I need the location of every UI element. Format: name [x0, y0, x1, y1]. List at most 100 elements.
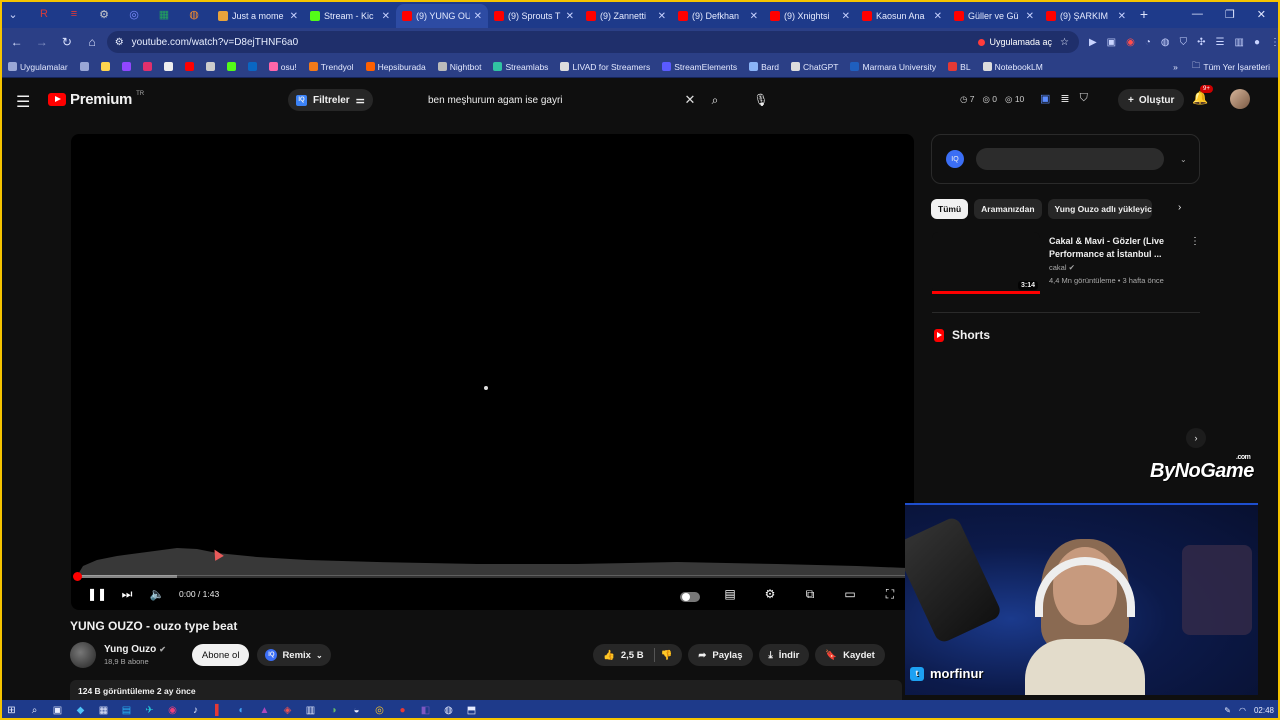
pinned-tab-3[interactable]: ⚙ [90, 2, 118, 26]
search-input[interactable]: ben meşhurum agam ise gayri [418, 95, 680, 106]
progress-bar[interactable] [73, 572, 907, 581]
extension-panel[interactable]: IQ ⌄ [931, 134, 1200, 184]
close-tab-icon[interactable]: ✕ [382, 11, 390, 22]
app-icon-7[interactable]: ▌ [211, 703, 226, 718]
theater-mode-icon[interactable]: ▭ [840, 584, 860, 604]
video-player[interactable]: ❚❚ ⏭ 🔈 0:00 / 1:43 ▤ ⚙ ⧉ ▭ ⛶ [71, 134, 914, 610]
miniplayer-icon[interactable]: ⧉ [800, 584, 820, 604]
app-icon-6[interactable]: ♪ [188, 703, 203, 718]
hamburger-menu-icon[interactable]: ☰ [16, 92, 30, 112]
app-icon-11[interactable]: ▥ [303, 703, 318, 718]
next-video-icon[interactable]: ⏭ [117, 584, 137, 604]
back-button[interactable]: ← [6, 31, 27, 53]
bookmark-item[interactable]: Streamlabs [493, 62, 548, 72]
reload-button[interactable]: ↻ [56, 31, 77, 53]
share-button[interactable]: ➦ Paylaş [688, 644, 753, 666]
app-icon-16[interactable]: ◍ [441, 703, 456, 718]
browser-menu-icon[interactable]: ⋮ [1270, 37, 1280, 48]
bookmark-item[interactable] [79, 62, 89, 71]
search-icon[interactable]: ⌕ [27, 703, 42, 718]
channel-name[interactable]: Yung Ouzo [104, 644, 156, 655]
close-tab-icon[interactable]: ✕ [290, 11, 298, 22]
bookmark-item[interactable] [163, 62, 173, 71]
thumbs-down-icon[interactable]: 👎 [661, 650, 673, 661]
search-icon[interactable]: ⌕ [704, 89, 726, 111]
all-bookmarks-button[interactable]: 🗀 Tüm Yer İşaretleri [1192, 60, 1270, 74]
bookmarks-overflow-icon[interactable]: » [1173, 62, 1178, 72]
pinned-tab-5[interactable]: ▦ [150, 2, 178, 26]
extension-iq-icon[interactable]: ▣ [1040, 92, 1050, 105]
close-tab-icon[interactable]: ✕ [658, 11, 666, 22]
fullscreen-icon[interactable]: ⛶ [880, 584, 900, 604]
search-box[interactable]: ben meşhurum agam ise gayri ✕ [418, 89, 700, 111]
extensions-puzzle-icon[interactable]: ✣ [1197, 37, 1205, 48]
filters-button[interactable]: IQ Filtreler ⚌ [288, 89, 373, 111]
pen-icon[interactable]: ✎ [1224, 706, 1231, 715]
app-icon-3[interactable]: ▤ [119, 703, 134, 718]
autoplay-toggle[interactable] [680, 584, 700, 604]
app-icon-2[interactable]: ▦ [96, 703, 111, 718]
restore-icon[interactable]: ❐ [1225, 8, 1235, 21]
bookmark-item[interactable]: osu! [268, 62, 297, 72]
close-tab-icon[interactable]: ✕ [1118, 11, 1126, 22]
pinned-tab-4[interactable]: ◎ [120, 2, 148, 26]
bookmark-item[interactable] [121, 62, 131, 71]
save-button[interactable]: 🔖 Kaydet [815, 644, 885, 666]
browser-tab[interactable]: (9) Zannetti ✕ [580, 4, 672, 28]
wifi-icon[interactable]: ◠ [1239, 706, 1246, 715]
close-tab-icon[interactable]: ✕ [474, 11, 482, 22]
extension-icon-5[interactable]: ◍ [1161, 37, 1170, 48]
pinned-tab-2[interactable]: ≡ [60, 2, 88, 26]
bookmark-item[interactable]: NotebookLM [982, 62, 1043, 72]
tab-search-icon[interactable]: ⌄ [0, 8, 26, 21]
bookmark-item[interactable]: Marmara University [850, 62, 936, 72]
close-tab-icon[interactable]: ✕ [842, 11, 850, 22]
home-button[interactable]: ⌂ [82, 31, 103, 53]
download-button[interactable]: ⤓ İndir [758, 644, 810, 666]
app-icon-9[interactable]: ▲ [257, 703, 272, 718]
clear-search-icon[interactable]: ✕ [680, 92, 700, 108]
bookmark-item[interactable]: Trendyol [308, 62, 354, 72]
channel-avatar[interactable] [70, 642, 96, 668]
subscribe-button[interactable]: Abone ol [191, 644, 250, 666]
address-bar[interactable]: ⚙ youtube.com/watch?v=D8ejTHNF6a0 Uygula… [106, 31, 1079, 53]
browser-tab[interactable]: Stream - Kic ✕ [304, 4, 396, 28]
sidebar-icon[interactable]: ▥ [1235, 37, 1244, 48]
browser-tab[interactable]: Güller ve Gü ✕ [948, 4, 1040, 28]
list-icon[interactable]: ≣ [1060, 92, 1069, 105]
bookmark-item[interactable] [226, 62, 236, 71]
recommended-channel[interactable]: cakal [1049, 263, 1067, 272]
app-icon-4[interactable]: ✈ [142, 703, 157, 718]
start-icon[interactable]: ⊞ [4, 703, 19, 718]
app-icon-5[interactable]: ◉ [165, 703, 180, 718]
bookmark-item[interactable] [205, 62, 215, 71]
task-view-icon[interactable]: ▣ [50, 703, 65, 718]
chevron-right-icon[interactable]: › [1186, 428, 1206, 448]
recommended-title[interactable]: Cakal & Mavi - Gözler (Live Performance … [1049, 235, 1179, 261]
close-tab-icon[interactable]: ✕ [750, 11, 758, 22]
notifications-bell-icon[interactable]: 🔔 9+ [1192, 85, 1213, 106]
chevron-right-icon[interactable]: › [1178, 202, 1181, 213]
close-tab-icon[interactable]: ✕ [934, 11, 942, 22]
bookmark-item[interactable]: Uygulamalar [8, 62, 68, 72]
bookmark-item[interactable]: BL [948, 62, 971, 72]
app-icon-13[interactable]: ◒ [349, 703, 364, 718]
microphone-icon[interactable]: 🎙 [750, 89, 772, 111]
extension-icon-1[interactable]: ▶ [1089, 37, 1097, 48]
bookmark-item[interactable] [184, 62, 194, 71]
extension-icon-4[interactable]: ◔ [1145, 37, 1151, 48]
clock[interactable]: 02:48 [1254, 706, 1274, 715]
new-tab-button[interactable]: + [1132, 6, 1156, 22]
extension-icon-2[interactable]: ▣ [1107, 37, 1116, 48]
chrome-icon[interactable]: ◎ [372, 703, 387, 718]
extension-icon[interactable]: ⛉ [1080, 92, 1088, 105]
create-button[interactable]: + Oluştur [1118, 89, 1185, 111]
app-icon-17[interactable]: ⬒ [464, 703, 479, 718]
volume-icon[interactable]: 🔈 [147, 584, 167, 604]
description-box[interactable]: 124 B görüntüleme 2 ay önce [70, 680, 902, 700]
filter-chip[interactable]: Aramanızdan [974, 199, 1042, 219]
app-icon-12[interactable]: ◑ [326, 703, 341, 718]
filter-chip[interactable]: Yung Ouzo adlı yükleyici [1047, 199, 1152, 219]
pinned-tab-1[interactable]: R [30, 2, 58, 26]
bookmark-item[interactable] [247, 62, 257, 71]
